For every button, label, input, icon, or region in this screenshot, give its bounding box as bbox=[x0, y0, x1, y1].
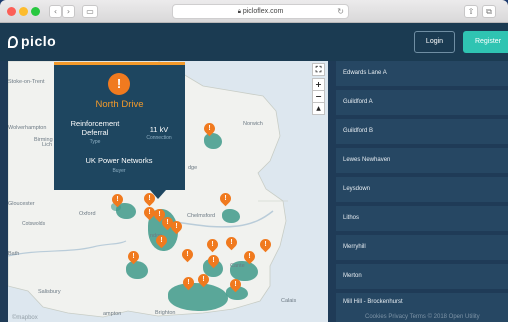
project-pin[interactable]: ! bbox=[223, 234, 240, 251]
project-pin[interactable]: ! bbox=[227, 276, 244, 293]
pin-glyph: ! bbox=[132, 253, 135, 260]
map-label: Chelmsford bbox=[187, 213, 216, 219]
list-item[interactable]: Merryhill bbox=[336, 235, 508, 260]
map-label: ampton bbox=[103, 311, 122, 317]
pin-glyph: ! bbox=[230, 239, 233, 246]
tabs-icon[interactable]: ⧉ bbox=[482, 5, 496, 18]
map-label: Calais bbox=[281, 298, 297, 304]
pin-glyph: ! bbox=[248, 253, 251, 260]
register-button[interactable]: Register bbox=[463, 31, 508, 53]
project-pin[interactable]: ! bbox=[257, 236, 274, 253]
pin-glyph: ! bbox=[202, 276, 205, 283]
map-label: Brighton bbox=[155, 310, 176, 316]
map-label: Wolverhampton bbox=[8, 125, 47, 131]
back-icon[interactable]: ‹ bbox=[49, 5, 62, 18]
map-label: Bath bbox=[8, 251, 20, 257]
project-pin[interactable]: ! bbox=[201, 120, 218, 137]
project-pin[interactable]: ! bbox=[205, 252, 222, 269]
popup-connection-value: 11 kV bbox=[149, 125, 169, 134]
app-header: piclo Login Register bbox=[0, 23, 508, 61]
address-bar[interactable]: 🔒︎ picloflex.com ↻ bbox=[172, 4, 349, 19]
popup-type-label: Type bbox=[89, 139, 101, 145]
map-label: Gloucester bbox=[8, 201, 35, 207]
forward-icon[interactable]: › bbox=[62, 5, 75, 18]
pin-glyph: ! bbox=[175, 223, 178, 230]
browser-window: ‹ › ▭ 🔒︎ picloflex.com ↻ ⇧ ⧉ piclo Login… bbox=[0, 0, 508, 322]
project-area[interactable] bbox=[168, 283, 228, 311]
map-label: Salisbury bbox=[38, 289, 61, 295]
project-list: Edwards Lane A Guildford A Guildford B L… bbox=[336, 61, 508, 322]
map-label: dge bbox=[188, 165, 198, 171]
popup-connection-label: Connection bbox=[146, 135, 172, 141]
map-attribution[interactable]: ©mapbox bbox=[12, 315, 38, 321]
popup-buyer: UK Power Networks Buyer bbox=[74, 156, 164, 175]
map-label: Cotswolds bbox=[22, 221, 46, 227]
project-area[interactable] bbox=[222, 209, 240, 223]
popup-type: Reinforcement Deferral Type bbox=[60, 119, 130, 147]
popup-connection: 11 kV Connection bbox=[134, 125, 184, 141]
compass-north-icon[interactable]: ▲ bbox=[312, 102, 325, 115]
map-label: Oxford bbox=[79, 211, 96, 217]
project-pin[interactable]: ! bbox=[179, 246, 196, 263]
list-item[interactable]: Lithos bbox=[336, 206, 508, 231]
project-pin[interactable]: ! bbox=[204, 236, 221, 253]
pin-glyph: ! bbox=[212, 257, 215, 264]
map-label: Stoke-on-Trent bbox=[8, 79, 45, 85]
project-pin[interactable]: ! bbox=[180, 274, 197, 291]
popup-type-value: Reinforcement Deferral bbox=[70, 119, 120, 137]
piclo-logo-icon bbox=[8, 36, 18, 48]
popup-buyer-value: UK Power Networks bbox=[85, 156, 153, 165]
pin-glyph: ! bbox=[208, 125, 211, 132]
map-label: Birming bbox=[34, 137, 53, 143]
pin-glyph: ! bbox=[264, 241, 267, 248]
project-pin[interactable]: ! bbox=[217, 190, 234, 207]
project-pin[interactable]: ! bbox=[125, 248, 142, 265]
project-pin[interactable]: ! bbox=[109, 191, 126, 208]
url-text: picloflex.com bbox=[242, 8, 284, 15]
project-pin[interactable]: ! bbox=[195, 271, 212, 288]
project-pin[interactable]: ! bbox=[168, 218, 185, 235]
minimize-window-button[interactable] bbox=[19, 7, 28, 16]
project-popup: ! North Drive Reinforcement Deferral Typ… bbox=[54, 62, 185, 199]
list-item[interactable]: Merton bbox=[336, 264, 508, 289]
pin-glyph: ! bbox=[224, 195, 227, 202]
pin-glyph: ! bbox=[186, 251, 189, 258]
list-item[interactable]: Guildford A bbox=[336, 90, 508, 115]
piclo-logo[interactable]: piclo bbox=[8, 33, 56, 49]
project-pin[interactable]: ! bbox=[153, 232, 170, 249]
close-window-button[interactable] bbox=[7, 7, 16, 16]
pin-glyph: ! bbox=[234, 281, 237, 288]
sidebar-toggle-icon[interactable]: ▭ bbox=[82, 5, 98, 18]
project-area[interactable] bbox=[204, 133, 222, 149]
pin-glyph: ! bbox=[187, 279, 190, 286]
list-item[interactable]: Leysdown bbox=[336, 177, 508, 202]
popup-title: North Drive bbox=[95, 99, 144, 110]
project-area[interactable] bbox=[126, 261, 148, 279]
share-icon[interactable]: ⇧ bbox=[464, 5, 478, 18]
logo-text: piclo bbox=[21, 33, 57, 49]
maximize-window-button[interactable] bbox=[31, 7, 40, 16]
browser-toolbar: ‹ › ▭ 🔒︎ picloflex.com ↻ ⇧ ⧉ bbox=[0, 0, 508, 23]
pin-glyph: ! bbox=[160, 237, 163, 244]
login-button[interactable]: Login bbox=[414, 31, 455, 53]
fullscreen-icon[interactable]: ⛶ bbox=[312, 63, 325, 76]
project-pin[interactable]: ! bbox=[241, 248, 258, 265]
reload-icon[interactable]: ↻ bbox=[337, 5, 344, 18]
map-label: Cante bbox=[230, 263, 245, 269]
list-item[interactable]: Edwards Lane A bbox=[336, 61, 508, 86]
popup-buyer-label: Buyer bbox=[112, 167, 126, 174]
footer-links[interactable]: Cookies Privacy Terms © 2018 Open Utilit… bbox=[365, 314, 480, 320]
list-item[interactable]: Lewes Newhaven bbox=[336, 148, 508, 173]
pin-glyph: ! bbox=[116, 196, 119, 203]
warning-icon: ! bbox=[108, 73, 130, 95]
list-item[interactable]: Guildford B bbox=[336, 119, 508, 144]
lock-icon: 🔒︎ bbox=[237, 9, 241, 15]
pin-glyph: ! bbox=[211, 241, 214, 248]
map-label: Norwich bbox=[243, 121, 263, 127]
